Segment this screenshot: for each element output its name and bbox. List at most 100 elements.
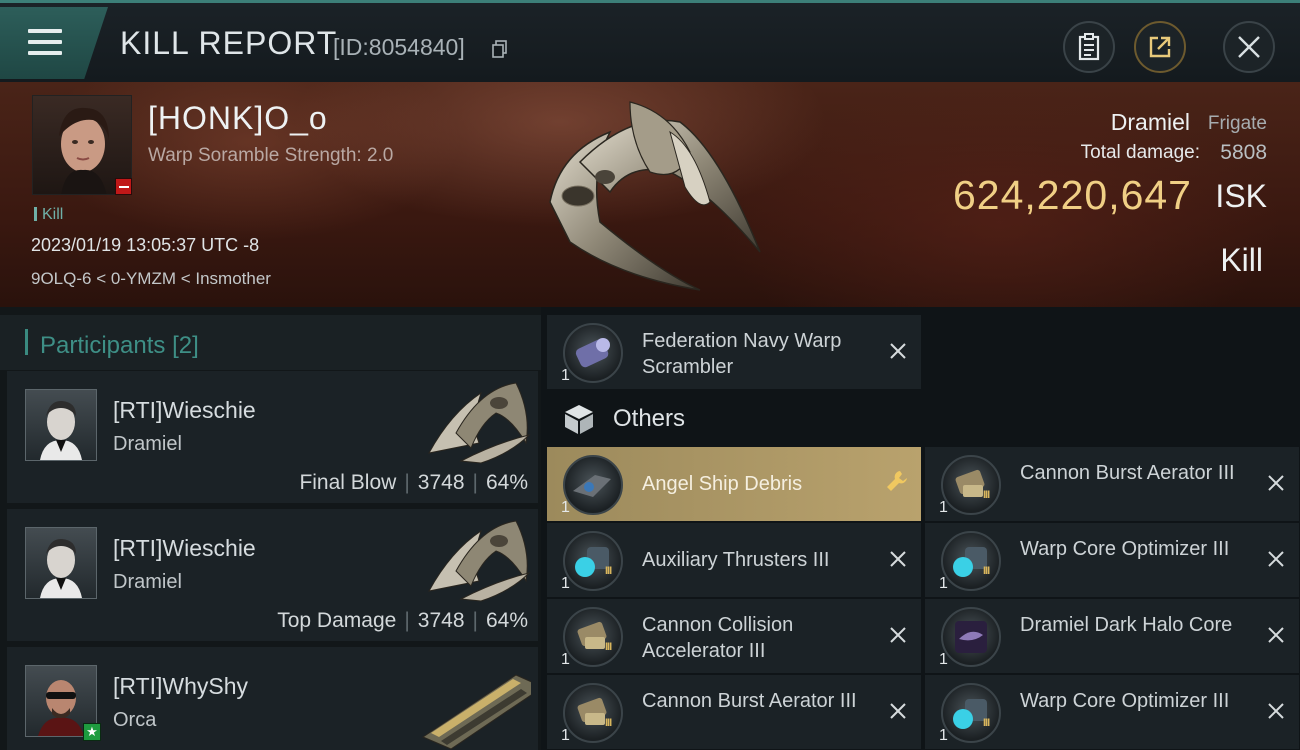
warp-core-optimizer-icon [941,683,1001,743]
avatar[interactable] [25,527,97,599]
participant-name[interactable]: [RTI]Wieschie [113,535,256,562]
participant-ship-render [428,382,531,464]
participant-ship-render [421,674,531,750]
victim-ship-class: Frigate [1207,113,1267,134]
report-id: [ID:8054840] [333,34,465,60]
destroyed-icon [890,703,906,719]
tech-level-badge: III [605,641,612,653]
close-button[interactable] [1223,21,1275,73]
participant-damage: 3748 [417,471,465,494]
participant-percent: 64% [485,609,528,632]
participant-ship: Orca [113,709,157,731]
ship-debris-icon [563,455,623,515]
participant-row[interactable]: ★ [RTI]WhyShy Orca [7,647,538,750]
dropped-item[interactable]: III 1 Cannon Collision Accelerator III [547,599,921,673]
others-label: Others [613,405,686,432]
kill-location[interactable]: 9OLQ-6 < 0-YMZM < Insmother [31,269,271,289]
participants-header: Participants [2] [0,315,541,370]
item-quantity: 1 [939,727,948,744]
victim-ship-name[interactable]: Dramiel [1111,109,1190,136]
item-name: Auxiliary Thrusters III [642,549,830,571]
destroyed-icon [890,343,906,359]
dropped-item[interactable]: III 1 Cannon Burst Aerator III [547,675,921,749]
participant-row[interactable]: [RTI]Wieschie Dramiel Top Damage | 3748 | 64… [7,509,538,641]
item-name: Dramiel Dark Halo Core [1020,614,1233,636]
item-quantity: 1 [939,575,948,592]
total-damage-value: 5808 [1220,141,1267,164]
menu-icon [28,29,62,62]
rig-icon [563,683,623,743]
item-quantity: 1 [561,367,570,384]
kill-banner: [HONK]O_o Warp Soramble Strength: 2.0 Ki… [0,82,1300,307]
others-section-header: Others [547,393,1300,443]
victim-name[interactable]: [HONK]O_o [148,100,328,137]
header-bar: KILL REPORT [ID:8054840] [0,0,1300,82]
copy-icon[interactable] [492,40,508,58]
tech-level-badge: III [983,565,990,577]
share-button[interactable] [1134,21,1186,73]
participant-role: Final Blow [299,471,397,494]
result-label: Kill [1220,242,1263,278]
scramble-strength: Warp Soramble Strength: 2.0 [148,145,394,166]
item-quantity: 1 [561,499,570,516]
participant-role: Top Damage [277,609,397,632]
dropped-item[interactable]: 1 Angel Ship Debris [547,447,921,521]
clipboard-button[interactable] [1063,21,1115,73]
isk-value: 624,220,647 [952,172,1192,218]
warp-core-optimizer-icon [941,531,1001,591]
fitted-item[interactable]: 1 Federation Navy Warp Scrambler [547,315,921,389]
item-name: Angel Ship Debris [642,473,803,495]
isk-unit: ISK [1215,178,1267,214]
close-icon [1238,36,1260,58]
participants-title: Participants [40,332,166,359]
item-quantity: 1 [939,499,948,516]
destroyed-icon [890,627,906,643]
page-title: KILL REPORT [120,25,338,61]
star-icon: ★ [83,723,101,741]
dropped-item[interactable]: III 1 Auxiliary Thrusters III [547,523,921,597]
clipboard-icon [1078,33,1100,61]
kill-datetime: 2023/01/19 13:05:37 UTC -8 [31,235,260,255]
participant-ship: Dramiel [113,571,182,593]
item-name: Cannon Collision Accelerator III [642,614,794,662]
item-name: Federation Navy Warp Scrambler [642,330,842,378]
dropped-item[interactable]: III 1 Warp Core Optimizer III [925,675,1299,749]
destroyed-icon [1268,627,1284,643]
tech-level-badge: III [983,717,990,729]
tech-level-badge: III [983,489,990,501]
items-panel: 1 Federation Navy Warp Scrambler Others … [541,307,1300,750]
participants-panel: Participants [2] [RTI]Wieschie Dramiel F… [0,307,541,750]
item-quantity: 1 [561,727,570,744]
total-damage-label: Total damage: [1080,142,1200,163]
item-quantity: 1 [939,651,948,668]
participant-name[interactable]: [RTI]WhyShy [113,673,248,700]
participant-name[interactable]: [RTI]Wieschie [113,397,256,424]
avatar[interactable] [25,389,97,461]
participant-percent: 64% [485,471,528,494]
participant-row[interactable]: [RTI]Wieschie Dramiel Final Blow | 3748 | 64… [7,371,538,503]
destroyed-icon [890,551,906,567]
item-name: Cannon Burst Aerator III [642,690,857,712]
thruster-icon [563,531,623,591]
cube-icon [565,405,593,434]
participant-ship-render [428,520,531,602]
kill-tag: Kill [34,206,63,224]
destroyed-icon [1268,551,1284,567]
item-name: Warp Core Optimizer III [1020,538,1230,560]
destroyed-icon [1268,475,1284,491]
item-name: Cannon Burst Aerator III [1020,462,1235,484]
item-quantity: 1 [561,575,570,592]
menu-button[interactable] [0,7,108,79]
warp-scrambler-icon [563,323,623,383]
destroyed-icon [1268,703,1284,719]
dropped-item[interactable]: III 1 Cannon Burst Aerator III [925,447,1299,521]
dropped-item[interactable]: III 1 Warp Core Optimizer III [925,523,1299,597]
dropped-item[interactable]: 1 Dramiel Dark Halo Core [925,599,1299,673]
halo-core-icon [941,607,1001,667]
rig-icon [563,607,623,667]
tech-level-badge: III [605,717,612,729]
tech-level-badge: III [605,565,612,577]
participant-ship: Dramiel [113,433,182,455]
participant-damage: 3748 [417,609,465,632]
wrench-icon[interactable] [885,469,909,493]
